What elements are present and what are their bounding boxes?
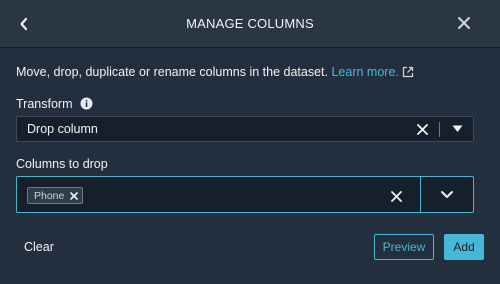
clear-button[interactable]: Clear [24, 240, 54, 254]
transform-select[interactable]: Drop column [16, 116, 474, 142]
dialog-header: MANAGE COLUMNS [0, 0, 500, 48]
close-icon [390, 190, 402, 202]
token-remove-button[interactable] [70, 191, 79, 200]
close-icon [416, 123, 428, 135]
columns-to-drop-label: Columns to drop [16, 157, 108, 171]
close-icon [458, 17, 470, 29]
column-token: Phone [27, 187, 84, 204]
external-link-icon [402, 66, 413, 78]
columns-dropdown-toggle[interactable] [421, 177, 473, 212]
transform-select-value: Drop column [27, 122, 98, 136]
preview-button[interactable]: Preview [374, 234, 434, 260]
transform-clear-button[interactable] [415, 122, 429, 136]
columns-clear-button[interactable] [389, 189, 403, 203]
learn-more-link[interactable]: Learn more. [331, 65, 413, 79]
caret-down-icon [452, 125, 462, 132]
add-button[interactable]: Add [444, 234, 484, 260]
dialog-title: MANAGE COLUMNS [186, 16, 314, 31]
description-text: Move, drop, duplicate or rename columns … [16, 65, 328, 79]
close-icon [70, 191, 79, 200]
chevron-down-icon [441, 191, 453, 198]
info-circle-icon [80, 97, 93, 110]
transform-label: Transform [16, 97, 73, 111]
column-token-label: Phone [34, 189, 65, 202]
columns-multiselect[interactable]: Phone [16, 176, 474, 213]
transform-dropdown-toggle[interactable] [451, 124, 463, 134]
close-button[interactable] [454, 13, 474, 33]
description: Move, drop, duplicate or rename columns … [16, 65, 414, 79]
select-divider [439, 122, 440, 137]
info-icon[interactable] [80, 97, 93, 110]
